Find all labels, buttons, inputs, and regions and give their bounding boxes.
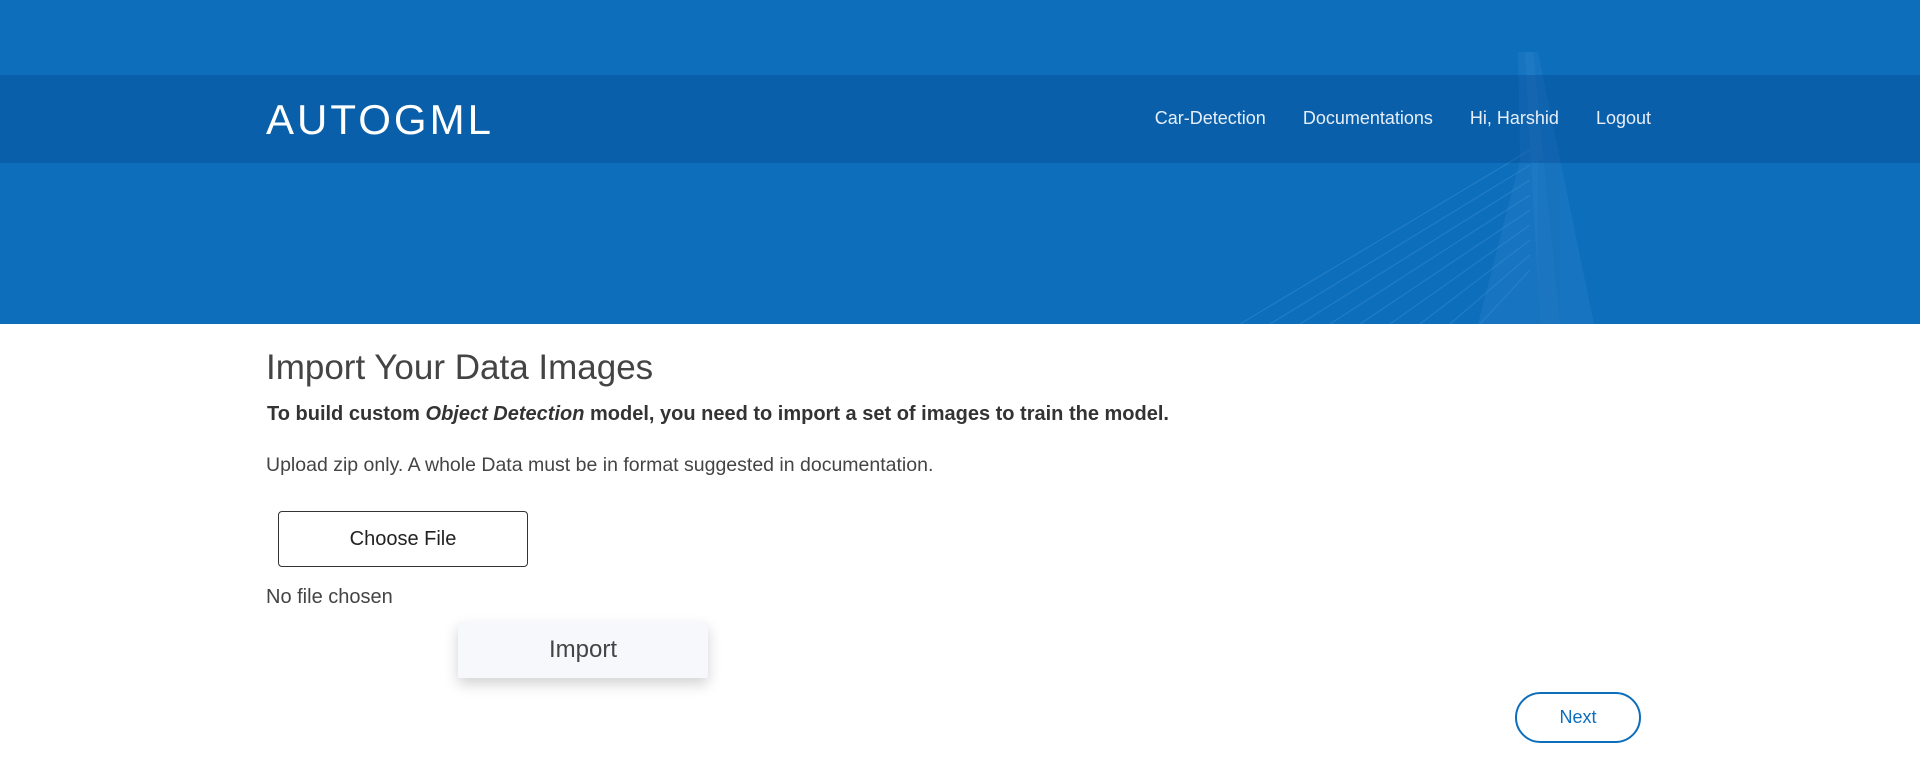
nav-menu: Car-Detection Documentations Hi, Harshid… xyxy=(1155,109,1651,127)
intro-emphasis: Object Detection xyxy=(425,403,585,425)
nav-car-detection[interactable]: Car-Detection xyxy=(1155,109,1266,127)
nav-user-greeting[interactable]: Hi, Harshid xyxy=(1470,109,1559,127)
next-button[interactable]: Next xyxy=(1515,692,1641,743)
upload-note: Upload zip only. A whole Data must be in… xyxy=(266,454,934,476)
intro-text: To build custom Object Detection model, … xyxy=(267,403,1169,426)
page-title: Import Your Data Images xyxy=(266,348,654,387)
nav-documentations[interactable]: Documentations xyxy=(1303,109,1433,127)
import-button[interactable]: Import xyxy=(458,622,708,678)
file-status-text: No file chosen xyxy=(266,586,393,608)
brand-logo[interactable]: AUTOGML xyxy=(266,99,494,141)
top-navbar: AUTOGML Car-Detection Documentations Hi,… xyxy=(0,75,1920,163)
choose-file-button[interactable]: Choose File xyxy=(278,511,528,567)
hero-banner: AUTOGML Car-Detection Documentations Hi,… xyxy=(0,0,1920,324)
import-section: Import Your Data Images To build custom … xyxy=(266,348,1666,678)
intro-prefix: To build custom xyxy=(267,403,426,425)
intro-suffix: model, you need to import a set of image… xyxy=(584,403,1169,425)
nav-logout[interactable]: Logout xyxy=(1596,109,1651,127)
